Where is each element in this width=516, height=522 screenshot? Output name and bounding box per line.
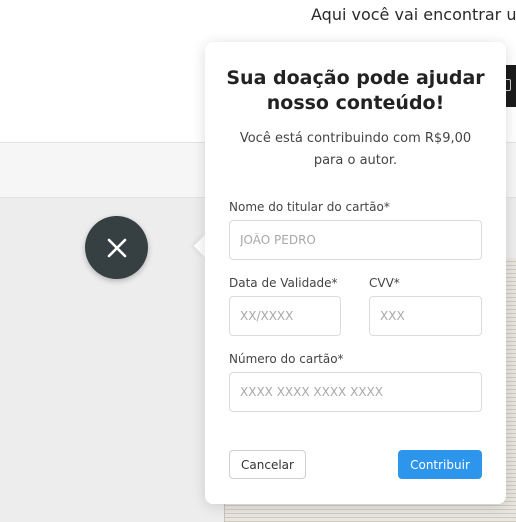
modal-subtitle-line1: Você está contribuindo com R$9,00 bbox=[239, 131, 472, 146]
page-tagline: Aqui você vai encontrar u bbox=[311, 5, 516, 24]
card-holder-label: Nome do titular do cartão* bbox=[229, 200, 390, 214]
card-holder-input[interactable] bbox=[229, 220, 482, 260]
expiry-input[interactable] bbox=[229, 296, 341, 336]
cancel-button[interactable]: Cancelar bbox=[229, 450, 306, 479]
cvv-label: CVV* bbox=[369, 276, 400, 290]
contribute-button[interactable]: Contribuir bbox=[398, 450, 482, 479]
card-number-input[interactable] bbox=[229, 372, 482, 412]
modal-subtitle-line2: para o autor. bbox=[313, 153, 398, 168]
modal-title-line2: nosso conteúdo! bbox=[266, 92, 445, 114]
modal-title: Sua doação pode ajudar nosso conteúdo! bbox=[205, 66, 506, 116]
expiry-label: Data de Validade* bbox=[229, 276, 338, 290]
close-icon bbox=[107, 238, 126, 257]
modal-title-line1: Sua doação pode ajudar bbox=[226, 67, 485, 89]
close-button[interactable] bbox=[85, 216, 148, 279]
donation-modal: Sua doação pode ajudar nosso conteúdo! V… bbox=[205, 42, 506, 504]
modal-subtitle: Você está contribuindo com R$9,00 para o… bbox=[227, 128, 484, 172]
cvv-input[interactable] bbox=[369, 296, 482, 336]
card-number-label: Número do cartão* bbox=[229, 352, 344, 366]
